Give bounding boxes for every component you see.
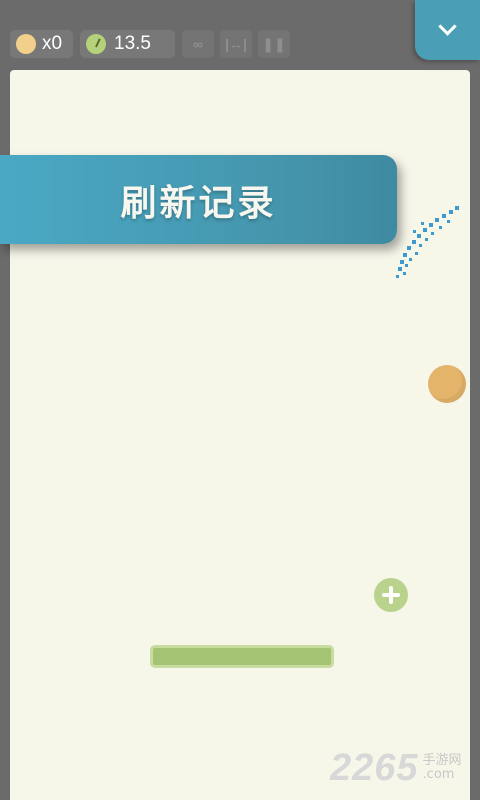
plus-powerup-icon — [374, 578, 408, 612]
particle — [425, 238, 428, 241]
record-banner-text: 刷新记录 — [120, 182, 277, 224]
particle — [455, 206, 459, 210]
watermark-site: 手游网 .com — [423, 754, 462, 782]
particle — [398, 267, 402, 271]
particle — [405, 264, 408, 267]
coin-icon — [16, 34, 36, 54]
particle — [409, 258, 412, 261]
particle — [442, 214, 446, 218]
coin-count: x0 — [42, 33, 63, 54]
top-hud: x0 13.5 ∞ |↔| ❚❚ — [0, 0, 480, 66]
particle — [449, 210, 453, 214]
infinity-button[interactable]: ∞ — [182, 30, 214, 58]
particle — [413, 230, 416, 233]
particle — [415, 252, 418, 255]
particle — [403, 253, 407, 257]
particle — [447, 220, 450, 223]
particle — [403, 272, 406, 275]
width-button[interactable]: |↔| — [220, 30, 252, 58]
watermark-number: 2265 — [330, 746, 419, 789]
watermark: 2265 手游网 .com — [330, 746, 462, 789]
infinity-icon: ∞ — [193, 36, 203, 52]
particle — [435, 218, 439, 222]
particle — [396, 275, 399, 278]
watermark-domain: .com — [422, 767, 455, 782]
menu-toggle-button[interactable] — [415, 0, 480, 60]
pause-icon: ❚❚ — [262, 35, 286, 52]
clock-icon — [86, 34, 106, 54]
particle — [423, 228, 427, 232]
particle — [439, 226, 442, 229]
record-banner: 刷新记录 — [0, 155, 397, 244]
particle — [429, 223, 433, 227]
paddle[interactable] — [150, 645, 334, 668]
ball — [428, 365, 466, 403]
pause-button[interactable]: ❚❚ — [258, 30, 290, 58]
particle — [431, 232, 434, 235]
particle-trail — [396, 206, 459, 278]
timer-value: 13.5 — [114, 33, 151, 54]
particle — [400, 260, 404, 264]
particle — [421, 222, 424, 225]
particle — [407, 246, 411, 250]
watermark-site-name: 手游网 — [422, 753, 462, 768]
coin-counter: x0 — [10, 30, 73, 58]
particle — [412, 240, 416, 244]
timer: 13.5 — [80, 30, 175, 58]
particle — [419, 244, 422, 247]
particle — [417, 234, 421, 238]
chevron-down-icon — [438, 17, 457, 36]
width-icon: |↔| — [225, 36, 247, 52]
